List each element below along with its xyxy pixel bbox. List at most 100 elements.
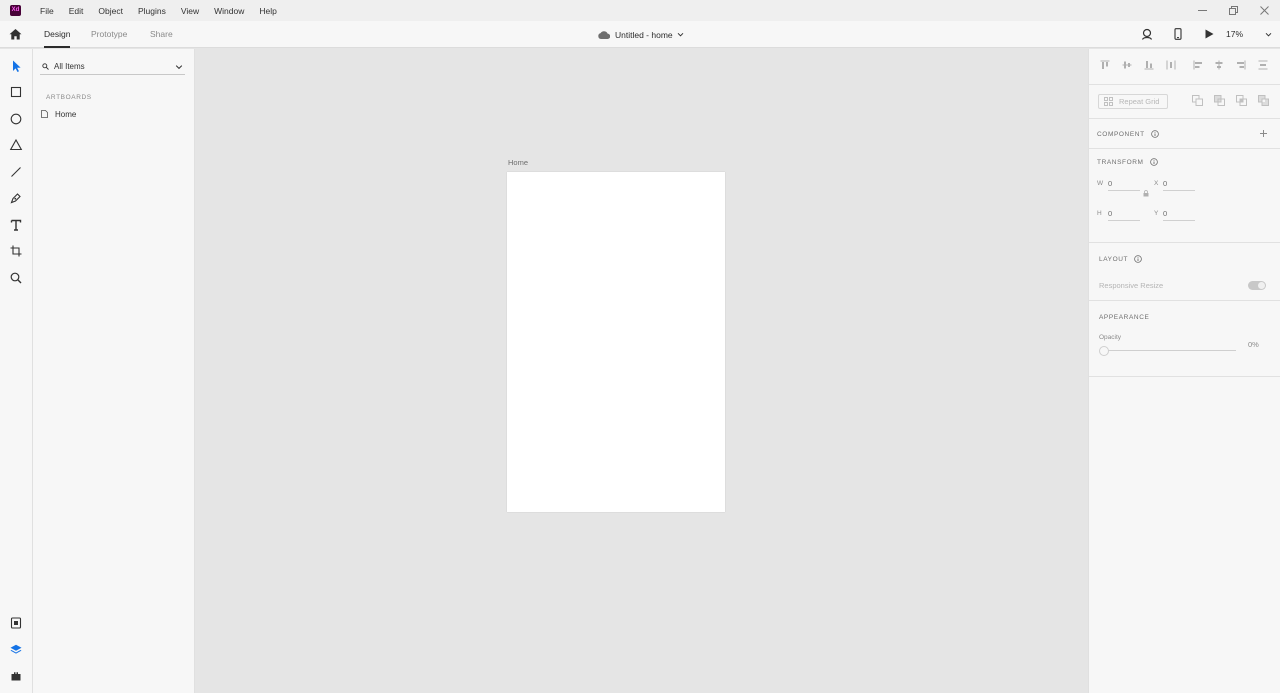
info-icon[interactable]: [1134, 255, 1142, 263]
layers-panel: All Items ARTBOARDS Home: [33, 49, 195, 693]
opacity-value[interactable]: 0%: [1248, 340, 1259, 349]
close-button[interactable]: [1249, 0, 1280, 21]
polygon-tool-icon[interactable]: [9, 138, 23, 152]
layer-item-home[interactable]: Home: [41, 107, 76, 121]
distribute-vertical-icon[interactable]: [1166, 60, 1176, 70]
align-middle-icon[interactable]: [1122, 60, 1132, 70]
document-title-dropdown[interactable]: Untitled - home: [598, 21, 684, 48]
menu-file[interactable]: File: [40, 6, 54, 16]
zoom-level[interactable]: 17%: [1226, 21, 1243, 48]
artboard-name-label[interactable]: Home: [508, 158, 528, 167]
boolean-subtract-icon[interactable]: [1214, 95, 1225, 106]
opacity-label: Opacity: [1099, 334, 1122, 341]
user-icon[interactable]: [1141, 28, 1153, 40]
y-label: Y: [1154, 210, 1159, 217]
repeat-grid-button[interactable]: Repeat Grid: [1098, 94, 1168, 109]
opacity-slider-thumb[interactable]: [1099, 346, 1109, 356]
tools-panel: [0, 49, 33, 693]
search-icon: [42, 63, 49, 70]
menu-bar: File Edit Object Plugins View Window Hel…: [40, 6, 292, 16]
x-input[interactable]: 0: [1163, 179, 1195, 191]
align-center-icon[interactable]: [1214, 60, 1224, 70]
align-top-icon[interactable]: [1100, 60, 1110, 70]
boolean-exclude-icon[interactable]: [1258, 95, 1269, 106]
artboard-home[interactable]: [507, 172, 725, 512]
artboard-icon: [41, 110, 48, 118]
rectangle-tool-icon[interactable]: [9, 85, 23, 99]
width-label: W: [1097, 180, 1104, 187]
transform-heading: TRANSFORM: [1097, 158, 1158, 166]
layers-filter-dropdown[interactable]: All Items: [40, 59, 185, 75]
minimize-button[interactable]: [1187, 0, 1218, 21]
transform-section: TRANSFORM W 0 X 0 H 0 Y 0: [1089, 149, 1280, 243]
menu-help[interactable]: Help: [259, 6, 276, 16]
plugins-panel-icon[interactable]: [9, 669, 23, 683]
xd-logo-icon: Xd: [10, 5, 21, 16]
add-component-icon[interactable]: [1259, 129, 1268, 138]
height-input[interactable]: 0: [1108, 209, 1140, 221]
window-controls: [1187, 0, 1280, 21]
layout-heading-label: LAYOUT: [1099, 255, 1129, 263]
component-heading-label: COMPONENT: [1097, 130, 1145, 138]
minimize-icon: [1198, 10, 1207, 11]
chevron-down-icon: [677, 32, 683, 37]
artboard-tool-icon[interactable]: [9, 244, 23, 258]
layout-section: LAYOUT: [1089, 243, 1280, 301]
layer-item-label: Home: [55, 109, 77, 119]
text-tool-icon[interactable]: [9, 218, 23, 232]
ellipse-tool-icon[interactable]: [9, 112, 23, 126]
cloud-icon: [598, 30, 610, 39]
menu-edit[interactable]: Edit: [69, 6, 84, 16]
transform-heading-label: TRANSFORM: [1097, 158, 1144, 166]
menu-plugins[interactable]: Plugins: [138, 6, 166, 16]
assets-panel-icon[interactable]: [9, 616, 23, 630]
select-tool-icon[interactable]: [9, 59, 23, 73]
info-icon[interactable]: [1150, 130, 1159, 138]
opacity-slider-track[interactable]: [1108, 350, 1236, 351]
info-icon[interactable]: [1149, 158, 1158, 166]
tab-share[interactable]: Share: [150, 21, 173, 48]
design-canvas[interactable]: Home: [195, 49, 1088, 693]
menu-object[interactable]: Object: [98, 6, 123, 16]
distribute-horizontal-icon[interactable]: [1258, 60, 1268, 70]
menu-view[interactable]: View: [181, 6, 199, 16]
component-section: COMPONENT: [1089, 119, 1280, 149]
align-right-icon[interactable]: [1236, 60, 1246, 70]
restore-icon: [1229, 6, 1238, 15]
boolean-intersect-icon[interactable]: [1236, 95, 1247, 106]
appearance-heading: APPEARANCE: [1099, 314, 1150, 321]
property-inspector: Repeat Grid COMPONENT TRANSFORM W 0 X 0 …: [1088, 49, 1280, 693]
play-icon[interactable]: [1203, 28, 1215, 40]
width-input[interactable]: 0: [1108, 179, 1140, 191]
line-tool-icon[interactable]: [9, 165, 23, 179]
chevron-down-icon: [175, 64, 183, 69]
responsive-resize-toggle[interactable]: [1248, 281, 1266, 290]
x-label: X: [1154, 180, 1159, 187]
component-heading: COMPONENT: [1097, 130, 1159, 138]
device-preview-icon[interactable]: [1172, 28, 1184, 40]
title-bar: Xd File Edit Object Plugins View Window …: [0, 0, 1280, 21]
lock-icon[interactable]: [1143, 190, 1149, 197]
zoom-tool-icon[interactable]: [9, 271, 23, 285]
grid-icon: [1104, 97, 1113, 106]
tab-design[interactable]: Design: [44, 21, 71, 48]
align-left-icon[interactable]: [1193, 60, 1203, 70]
filter-label: All Items: [54, 62, 85, 71]
align-bottom-icon[interactable]: [1144, 60, 1154, 70]
layers-panel-icon[interactable]: [9, 643, 23, 657]
boolean-add-icon[interactable]: [1192, 95, 1203, 106]
restore-button[interactable]: [1218, 0, 1249, 21]
mode-tab-bar: Design Prototype Share Untitled - home 1…: [0, 21, 1280, 48]
height-label: H: [1097, 210, 1102, 217]
artboards-heading: ARTBOARDS: [46, 94, 92, 101]
menu-window[interactable]: Window: [214, 6, 244, 16]
document-title: Untitled - home: [615, 29, 673, 40]
y-input[interactable]: 0: [1163, 209, 1195, 221]
chevron-down-icon[interactable]: [1265, 31, 1272, 38]
tab-prototype[interactable]: Prototype: [91, 21, 127, 48]
responsive-resize-label: Responsive Resize: [1099, 281, 1164, 290]
pen-tool-icon[interactable]: [9, 191, 23, 205]
layout-heading: LAYOUT: [1099, 255, 1142, 263]
home-icon[interactable]: [8, 27, 23, 42]
align-section: [1089, 49, 1280, 85]
